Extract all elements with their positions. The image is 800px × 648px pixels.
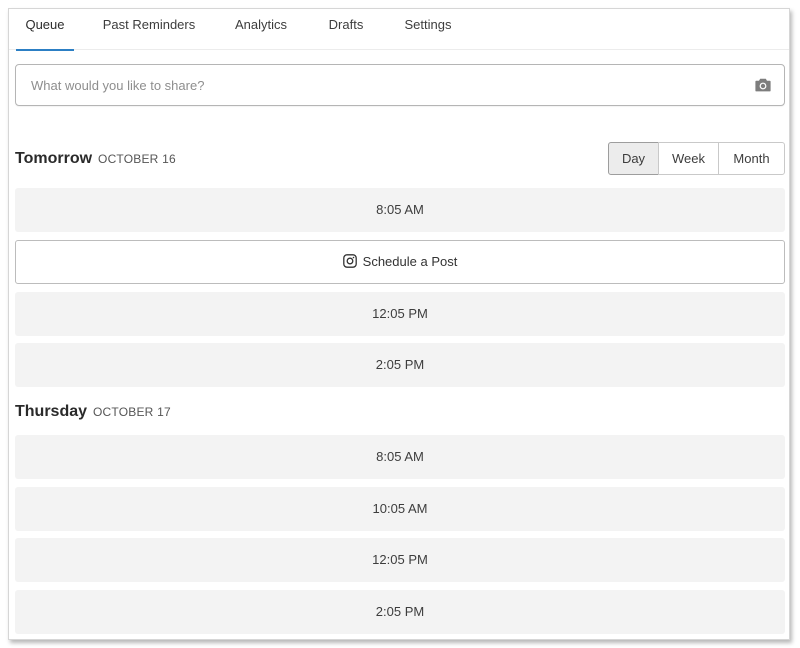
share-input[interactable] — [16, 65, 746, 105]
schedule-post-slot[interactable]: Schedule a Post — [15, 240, 785, 284]
view-day-button[interactable]: Day — [608, 142, 659, 175]
app-window: Queue Past Reminders Analytics Drafts Se… — [8, 8, 790, 640]
time-slot[interactable]: 12:05 PM — [15, 292, 785, 336]
day-header-tomorrow: Tomorrow OCTOBER 16 — [15, 150, 176, 170]
tab-settings[interactable]: Settings — [401, 9, 455, 50]
view-week-button[interactable]: Week — [658, 142, 719, 175]
time-slot[interactable]: 2:05 PM — [15, 590, 785, 634]
tab-drafts[interactable]: Drafts — [325, 9, 367, 50]
day-date: OCTOBER 17 — [93, 405, 171, 419]
time-slot[interactable]: 12:05 PM — [15, 538, 785, 582]
time-slot[interactable]: 2:05 PM — [15, 343, 785, 387]
tab-analytics[interactable]: Analytics — [231, 9, 291, 50]
day-name: Tomorrow — [15, 150, 93, 167]
day-name: Thursday — [15, 403, 88, 420]
camera-icon[interactable] — [755, 78, 771, 92]
time-slot[interactable]: 8:05 AM — [15, 188, 785, 232]
schedule-post-label: Schedule a Post — [362, 254, 458, 269]
tab-queue[interactable]: Queue — [16, 9, 74, 51]
view-month-button[interactable]: Month — [718, 142, 785, 175]
day-date: OCTOBER 16 — [98, 152, 176, 166]
instagram-icon — [342, 254, 357, 268]
time-slot[interactable]: 10:05 AM — [15, 487, 785, 531]
share-composer — [15, 64, 785, 106]
tab-bar: Queue Past Reminders Analytics Drafts Se… — [9, 9, 789, 51]
day-header-thursday: Thursday OCTOBER 17 — [15, 403, 171, 423]
view-range-toggle: Day Week Month — [608, 142, 785, 175]
time-slot[interactable]: 8:05 AM — [15, 435, 785, 479]
tab-past-reminders[interactable]: Past Reminders — [101, 9, 197, 50]
